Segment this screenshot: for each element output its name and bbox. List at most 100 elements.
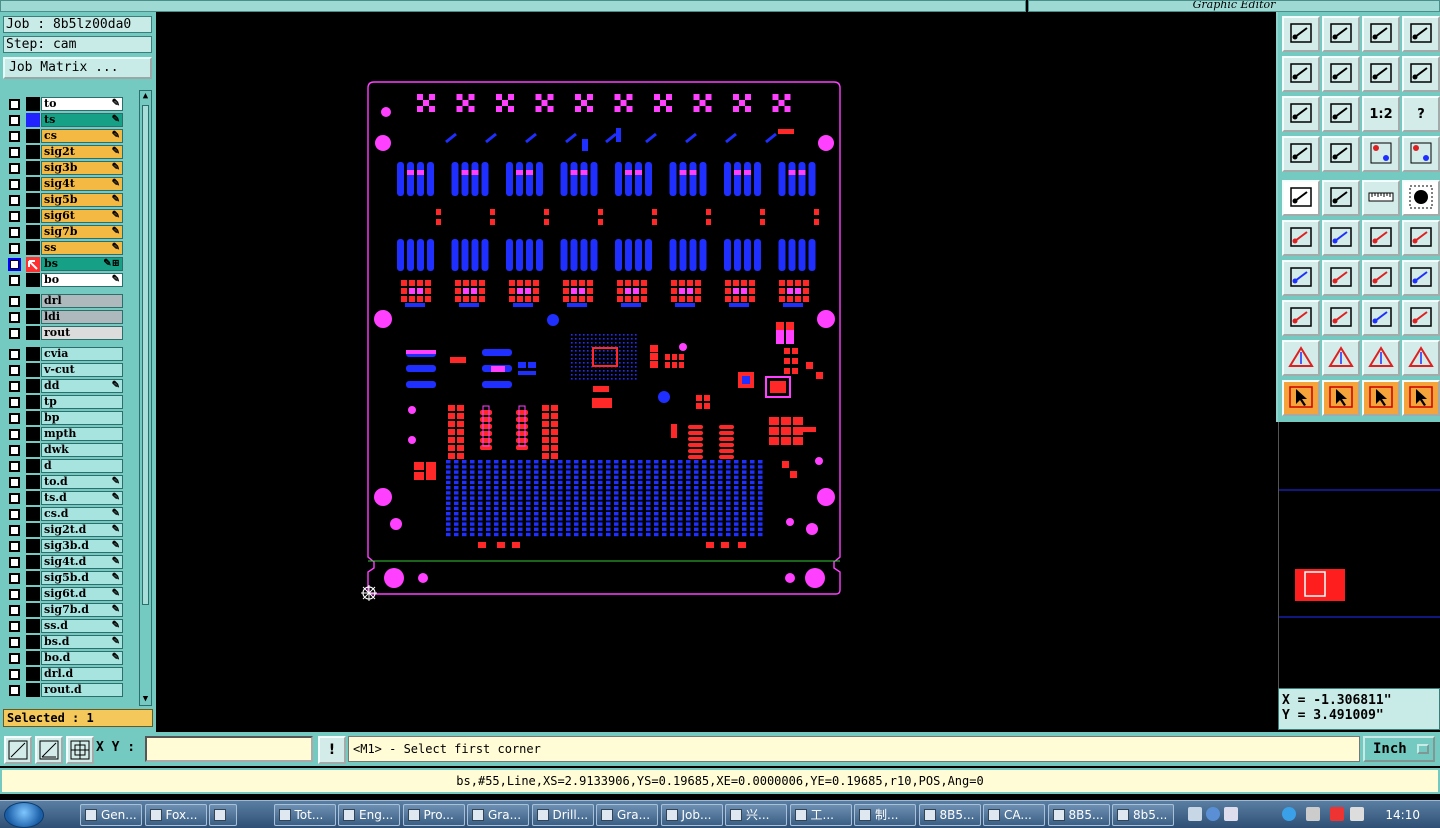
taskbar-app[interactable]	[209, 804, 237, 826]
layer-name[interactable]: ts ✎	[41, 113, 123, 127]
layer-checkbox[interactable]	[9, 163, 20, 174]
house-tool-button[interactable]	[1362, 16, 1400, 52]
layer-swap-tool-button[interactable]	[1402, 136, 1440, 172]
layer-checkbox[interactable]	[9, 147, 20, 158]
layer-checkbox[interactable]	[9, 541, 20, 552]
pointer-tool-button[interactable]	[1282, 380, 1320, 416]
layer-name[interactable]: bo.d ✎	[41, 651, 123, 665]
layer-status-cell[interactable]	[26, 427, 40, 441]
pcb-board-drawing[interactable]	[156, 12, 1276, 732]
alert-button[interactable]: !	[318, 736, 346, 764]
layer-name[interactable]: sig5b.d ✎	[41, 571, 123, 585]
layer-row-to-d[interactable]: to.d ✎	[4, 474, 136, 490]
layer-row-bs-d[interactable]: bs.d ✎	[4, 634, 136, 650]
layer-name[interactable]: rout.d	[41, 683, 123, 697]
layer-row-bo-d[interactable]: bo.d ✎	[4, 650, 136, 666]
layer-name[interactable]: ss.d ✎	[41, 619, 123, 633]
layer-checkbox[interactable]	[9, 179, 20, 190]
layer-row-sig2t[interactable]: sig2t ✎	[4, 144, 136, 160]
layer-status-cell[interactable]	[26, 507, 40, 521]
layer-status-cell[interactable]	[26, 225, 40, 239]
layer-row-ss[interactable]: ss ✎	[4, 240, 136, 256]
layer-name[interactable]: sig7b ✎	[41, 225, 123, 239]
layer-checkbox[interactable]	[9, 99, 20, 110]
layer-checkbox[interactable]	[9, 685, 20, 696]
layer-checkbox[interactable]	[9, 589, 20, 600]
triangle-d-tool-button[interactable]	[1402, 340, 1440, 376]
taskbar-app[interactable]: 兴...	[725, 804, 787, 826]
layer-checkbox[interactable]	[9, 493, 20, 504]
layer-name[interactable]: sig5b ✎	[41, 193, 123, 207]
taskbar-app[interactable]: 8b5...	[1112, 804, 1174, 826]
layer-name[interactable]: sig2t ✎	[41, 145, 123, 159]
layer-checkbox[interactable]	[9, 605, 20, 616]
pointer-select-tool-button[interactable]	[1322, 380, 1360, 416]
pan-right-tool-button[interactable]	[1322, 56, 1360, 92]
layer-row-drl-d[interactable]: drl.d	[4, 666, 136, 682]
layer-status-cell[interactable]	[26, 571, 40, 585]
layer-status-cell[interactable]	[26, 619, 40, 633]
layer-row-rout-d[interactable]: rout.d	[4, 682, 136, 698]
layer-status-cell[interactable]	[26, 635, 40, 649]
layer-name[interactable]: rout	[41, 326, 123, 340]
layer-status-cell[interactable]	[26, 443, 40, 457]
layer-row-sig3b-d[interactable]: sig3b.d ✎	[4, 538, 136, 554]
mirror-tool-button[interactable]	[1402, 260, 1440, 296]
layer-checkbox[interactable]	[9, 557, 20, 568]
home-up-tool-button[interactable]	[1282, 16, 1320, 52]
layer-name[interactable]: to ✎	[41, 97, 123, 111]
layer-checkbox[interactable]	[9, 573, 20, 584]
layer-row-sig6t-d[interactable]: sig6t.d ✎	[4, 586, 136, 602]
layer-checkbox[interactable]	[9, 312, 20, 323]
layer-name[interactable]: sig4t.d ✎	[41, 555, 123, 569]
taskbar-app[interactable]: Tot...	[273, 804, 336, 826]
slash-tool-button[interactable]	[1322, 260, 1360, 296]
layer-status-cell[interactable]	[26, 459, 40, 473]
snap-center-button[interactable]	[66, 736, 94, 764]
layer-checkbox[interactable]	[9, 275, 20, 286]
layer-name[interactable]: bp	[41, 411, 123, 425]
pointer-net-tool-button[interactable]	[1362, 380, 1400, 416]
select-box-tool-button[interactable]	[1282, 180, 1320, 216]
layer-name[interactable]: ts.d ✎	[41, 491, 123, 505]
layer-checkbox[interactable]	[9, 397, 20, 408]
layer-name[interactable]: v-cut	[41, 363, 123, 377]
layer-row-sig2t-d[interactable]: sig2t.d ✎	[4, 522, 136, 538]
layer-status-cell[interactable]	[26, 523, 40, 537]
layer-status-cell[interactable]	[26, 129, 40, 143]
layer-name[interactable]: tp	[41, 395, 123, 409]
triangle-c-tool-button[interactable]	[1362, 340, 1400, 376]
taskbar-app[interactable]: Drill...	[531, 804, 594, 826]
layer-status-cell[interactable]	[26, 347, 40, 361]
gear-tray-icon[interactable]	[1224, 807, 1238, 821]
layer-status-cell[interactable]	[26, 411, 40, 425]
layer-status-cell[interactable]	[26, 603, 40, 617]
scroll-down-icon[interactable]: ▼	[140, 694, 151, 705]
layer-checkbox[interactable]	[9, 349, 20, 360]
undo-zoom-tool-button[interactable]	[1362, 56, 1400, 92]
layer-checkbox[interactable]	[9, 509, 20, 520]
taskbar-app[interactable]: 工...	[789, 804, 852, 826]
ruler-tool-button[interactable]	[1362, 180, 1400, 216]
layer-row-ts-d[interactable]: ts.d ✎	[4, 490, 136, 506]
layer-name[interactable]: bs.d ✎	[41, 635, 123, 649]
layer-row-sig5b-d[interactable]: sig5b.d ✎	[4, 570, 136, 586]
layer-name[interactable]: drl.d	[41, 667, 123, 681]
layer-checkbox[interactable]	[9, 525, 20, 536]
layer-row-sig4t[interactable]: sig4t ✎	[4, 176, 136, 192]
layer-name[interactable]: cs ✎	[41, 129, 123, 143]
layer-row-tp[interactable]: tp	[4, 394, 136, 410]
layer-checkbox[interactable]	[9, 637, 20, 648]
rotate-tool-button[interactable]	[1362, 260, 1400, 296]
layer-checkbox[interactable]	[9, 243, 20, 254]
layer-name[interactable]: sig4t ✎	[41, 177, 123, 191]
taskbar-app[interactable]: 制...	[854, 804, 916, 826]
layer-checkbox[interactable]	[9, 227, 20, 238]
help-tool-button[interactable]: ?	[1402, 96, 1440, 132]
layer-status-cell[interactable]	[26, 273, 40, 287]
node-tool-button[interactable]	[1282, 300, 1320, 336]
layer-row-rout[interactable]: rout	[4, 325, 136, 341]
layer-row-sig7b[interactable]: sig7b ✎	[4, 224, 136, 240]
layer-row-bo[interactable]: bo ✎	[4, 272, 136, 288]
layer-status-cell[interactable]	[26, 326, 40, 340]
